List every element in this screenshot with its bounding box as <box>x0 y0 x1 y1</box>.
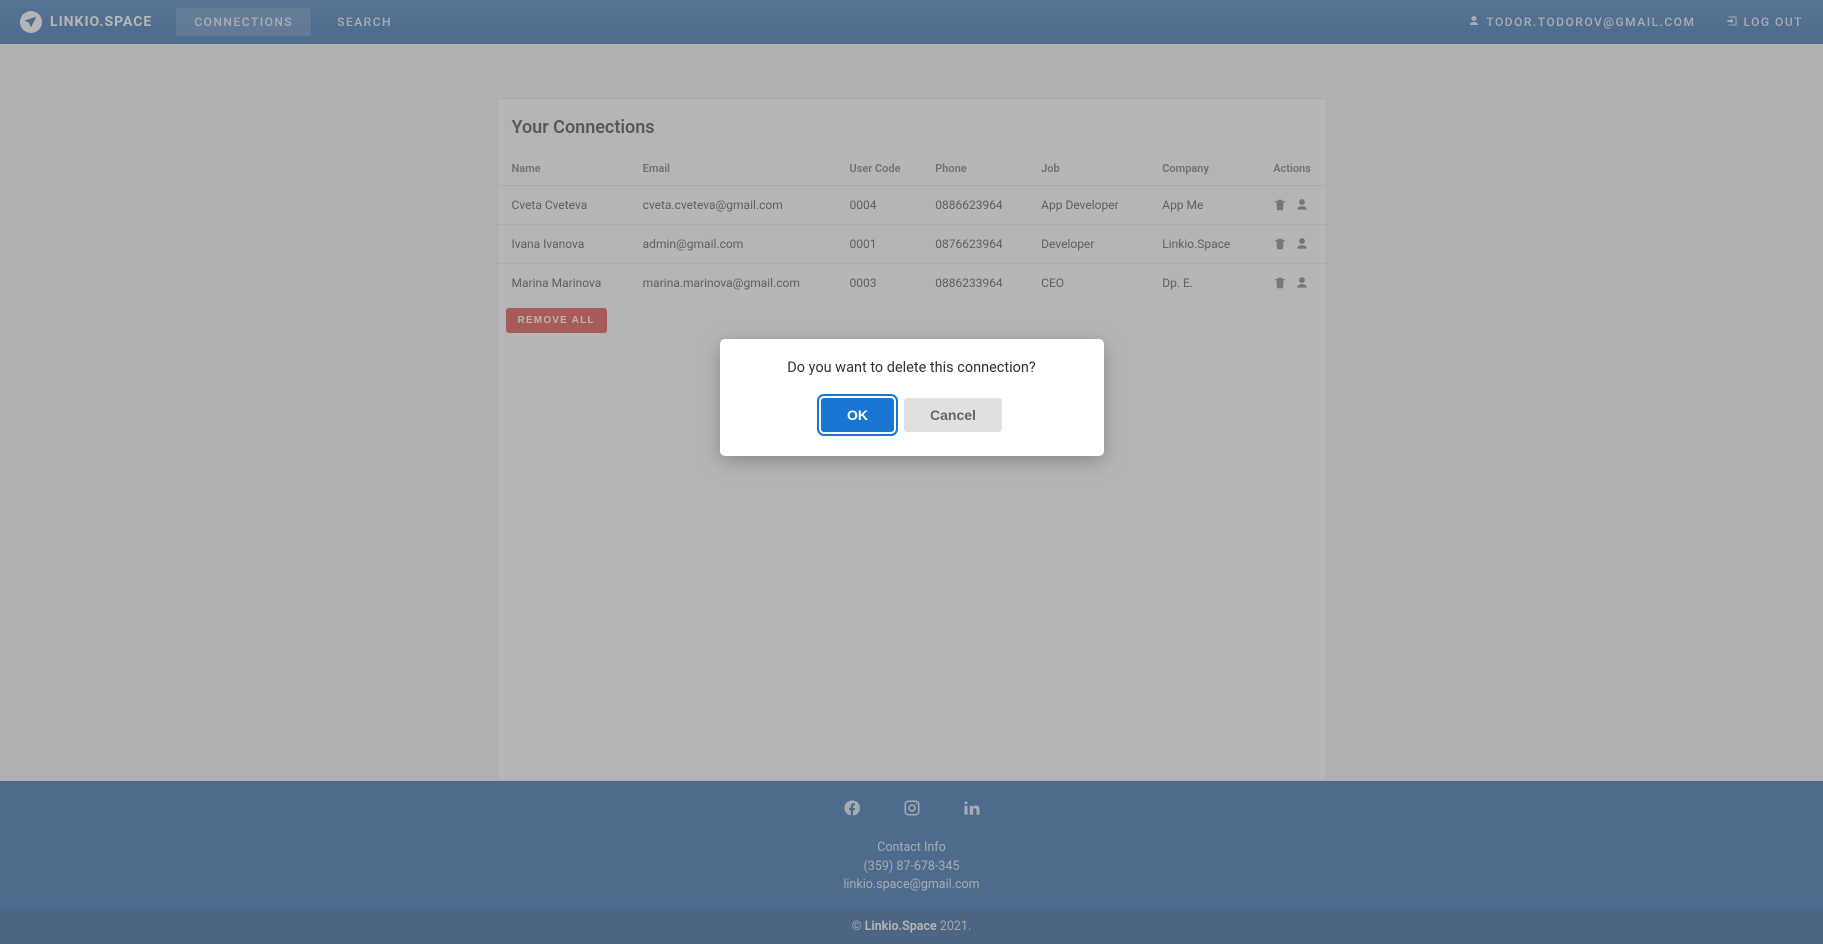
dialog-cancel-button[interactable]: Cancel <box>904 398 1002 432</box>
dialog-buttons: OK Cancel <box>744 398 1080 432</box>
confirm-delete-dialog: Do you want to delete this connection? O… <box>720 339 1104 456</box>
modal-overlay[interactable]: Do you want to delete this connection? O… <box>0 0 1823 944</box>
dialog-message: Do you want to delete this connection? <box>744 359 1080 376</box>
dialog-ok-button[interactable]: OK <box>821 398 894 432</box>
